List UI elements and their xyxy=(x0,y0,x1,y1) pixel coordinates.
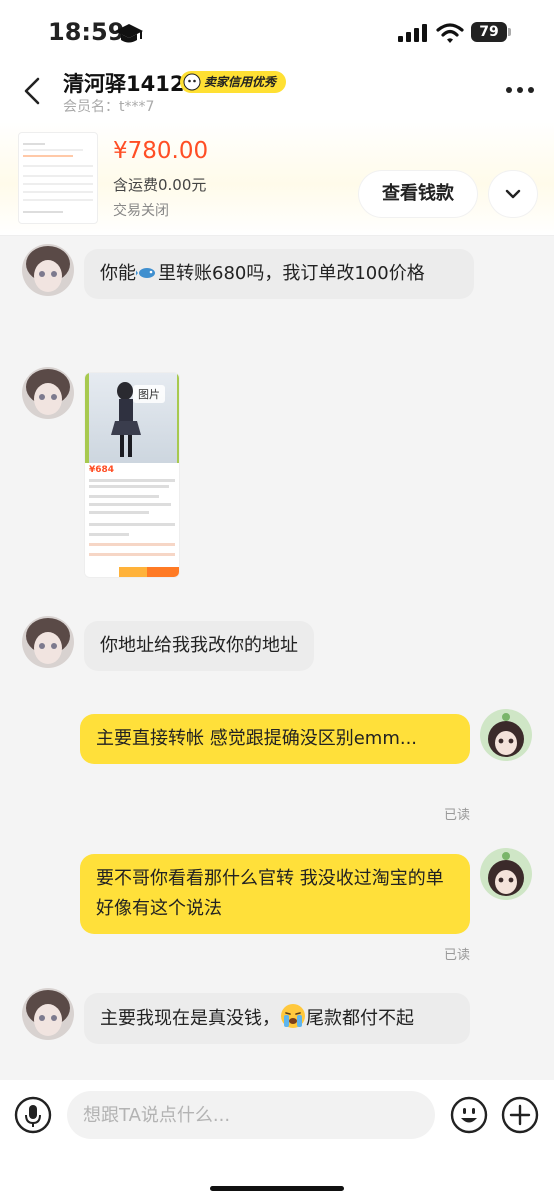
message-text: 你能 xyxy=(100,263,136,284)
expand-button[interactable] xyxy=(489,171,537,217)
read-receipt: 已读 xyxy=(444,808,471,823)
shipping-info: 含运费0.00元 xyxy=(113,176,207,194)
fish-icon xyxy=(134,268,155,278)
message-text: 主要我现在是真没钱， xyxy=(100,1008,280,1029)
message-bubble[interactable]: 主要我现在是真没钱， 尾款都付不起 xyxy=(84,993,470,1044)
input-bar xyxy=(0,1080,554,1199)
status-bar: 18:59 79 xyxy=(0,0,554,62)
seller-credit-badge[interactable]: 卖家信用优秀 xyxy=(180,71,287,93)
plus-icon[interactable] xyxy=(501,1096,539,1134)
message-bubble[interactable]: 你能 里转账680吗，我订单改100价格 xyxy=(84,249,474,299)
back-arrow-icon[interactable] xyxy=(22,76,42,106)
contact-avatar[interactable] xyxy=(22,244,74,296)
contact-name[interactable]: 清河驿1412 xyxy=(63,68,184,98)
more-icon[interactable] xyxy=(505,86,535,94)
battery-icon: 79 xyxy=(471,22,511,42)
chat-header: 清河驿1412 卖家信用优秀 会员名：t***7 xyxy=(0,62,554,122)
message-text-cont: 里转账680吗，我订单改100价格 xyxy=(158,263,425,284)
order-price: ¥780.00 xyxy=(113,138,209,164)
image-label: 图片 xyxy=(133,385,165,403)
status-time: 18:59 xyxy=(48,18,125,46)
message-text: 要不哥你看看那什么官转 我没收过淘宝的单 好像有这个说法 xyxy=(96,868,444,919)
contact-avatar[interactable] xyxy=(22,616,74,668)
order-status: 交易关闭 xyxy=(113,203,169,219)
my-avatar[interactable] xyxy=(480,709,532,761)
message-text-cont: 尾款都付不起 xyxy=(306,1008,414,1029)
message-input[interactable] xyxy=(67,1091,435,1139)
order-card[interactable]: ¥780.00 含运费0.00元 交易关闭 查看钱款 xyxy=(0,122,554,236)
home-indicator xyxy=(210,1186,344,1191)
view-money-button[interactable]: 查看钱款 xyxy=(359,171,477,217)
image-message[interactable]: 图片 ¥684 xyxy=(84,372,180,578)
order-thumbnail[interactable] xyxy=(18,132,98,224)
member-name: 会员名：t***7 xyxy=(63,99,155,115)
wifi-icon xyxy=(436,23,464,43)
image-price: ¥684 xyxy=(89,465,115,475)
read-receipt: 已读 xyxy=(444,948,471,963)
crying-emoji-icon xyxy=(281,1004,305,1028)
contact-avatar[interactable] xyxy=(22,367,74,419)
emoji-icon[interactable] xyxy=(450,1096,488,1134)
ghost-mascot-icon xyxy=(183,73,201,91)
message-text: 你地址给我我改你的地址 xyxy=(100,635,298,656)
battery-level: 79 xyxy=(471,22,507,42)
message-bubble-outgoing[interactable]: 要不哥你看看那什么官转 我没收过淘宝的单 好像有这个说法 xyxy=(80,854,470,934)
microphone-icon[interactable] xyxy=(14,1096,52,1134)
signal-icon xyxy=(398,24,427,42)
message-bubble-outgoing[interactable]: 主要直接转帐 感觉跟提确没区别emm... xyxy=(80,714,470,764)
contact-avatar[interactable] xyxy=(22,988,74,1040)
my-avatar[interactable] xyxy=(480,848,532,900)
chevron-down-icon xyxy=(505,189,521,199)
graduation-cap-icon xyxy=(115,24,143,43)
message-text: 主要直接转帐 感觉跟提确没区别emm... xyxy=(96,728,418,749)
badge-label: 卖家信用优秀 xyxy=(204,75,277,89)
message-bubble[interactable]: 你地址给我我改你的地址 xyxy=(84,621,314,671)
